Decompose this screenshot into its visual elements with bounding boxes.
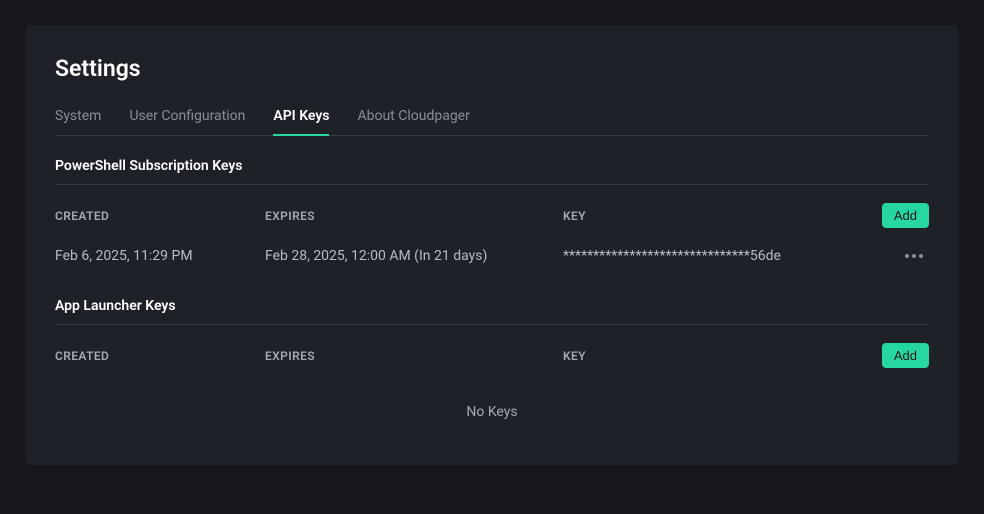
tabs: System User Configuration API Keys About…	[55, 108, 929, 136]
tab-system[interactable]: System	[55, 108, 101, 136]
column-header-expires: EXPIRES	[265, 349, 563, 363]
column-header-expires: EXPIRES	[265, 209, 563, 223]
section-title-powershell: PowerShell Subscription Keys	[55, 158, 929, 174]
section-title-app-launcher: App Launcher Keys	[55, 298, 929, 314]
tab-user-configuration[interactable]: User Configuration	[129, 108, 245, 136]
powershell-table: CREATED EXPIRES KEY Add Feb 6, 2025, 11:…	[55, 203, 929, 264]
app-launcher-table: CREATED EXPIRES KEY Add No Keys	[55, 343, 929, 420]
tab-about-cloudpager[interactable]: About Cloudpager	[357, 108, 469, 136]
add-app-launcher-key-button[interactable]: Add	[882, 343, 929, 368]
more-options-icon[interactable]	[899, 248, 929, 264]
divider	[55, 324, 929, 325]
column-header-key: KEY	[563, 349, 869, 363]
cell-expires: Feb 28, 2025, 12:00 AM (In 21 days)	[265, 248, 563, 264]
add-powershell-key-button[interactable]: Add	[882, 203, 929, 228]
column-header-created: CREATED	[55, 349, 265, 363]
divider	[55, 184, 929, 185]
settings-panel: Settings System User Configuration API K…	[25, 25, 959, 465]
table-header-row: CREATED EXPIRES KEY Add	[55, 203, 929, 228]
table-header-row: CREATED EXPIRES KEY Add	[55, 343, 929, 368]
column-header-key: KEY	[563, 209, 869, 223]
powershell-section: PowerShell Subscription Keys CREATED EXP…	[55, 158, 929, 264]
cell-created: Feb 6, 2025, 11:29 PM	[55, 248, 265, 264]
empty-state: No Keys	[55, 388, 929, 420]
column-header-created: CREATED	[55, 209, 265, 223]
app-launcher-section: App Launcher Keys CREATED EXPIRES KEY Ad…	[55, 298, 929, 420]
cell-key: *******************************56de	[563, 248, 869, 264]
table-row: Feb 6, 2025, 11:29 PM Feb 28, 2025, 12:0…	[55, 248, 929, 264]
tab-api-keys[interactable]: API Keys	[273, 108, 329, 136]
page-title: Settings	[55, 55, 929, 82]
